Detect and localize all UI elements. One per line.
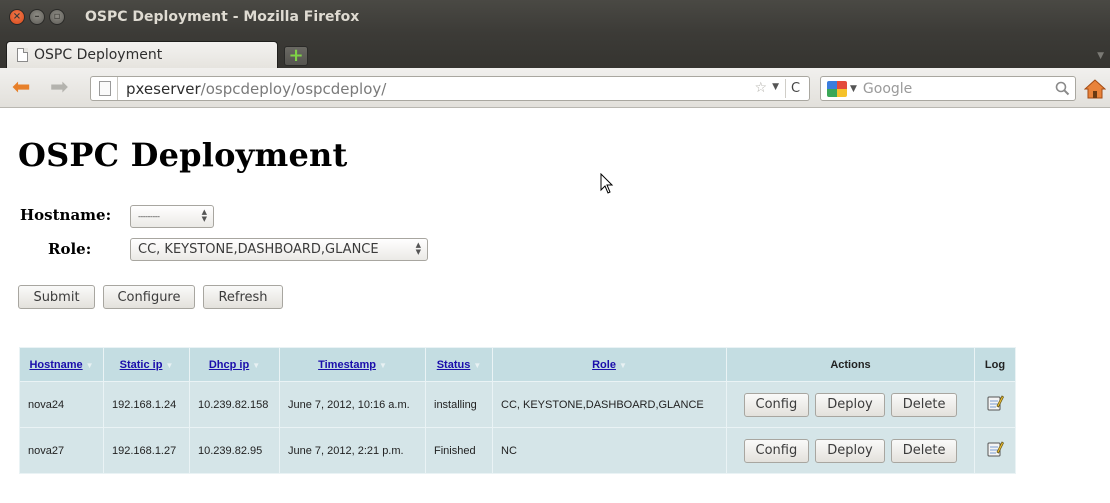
window-controls: × – ▫ (9, 8, 69, 25)
forward-arrow-icon[interactable]: ➡ (50, 77, 68, 99)
cell-actions: Config Deploy Delete (726, 427, 975, 474)
tab-list-chevron-icon[interactable]: ▼ (1097, 51, 1104, 61)
column-header-actions: Actions (726, 347, 975, 382)
cell-dhcp-ip: 10.239.82.95 (189, 427, 280, 474)
cell-static-ip: 192.168.1.24 (103, 381, 190, 428)
cell-role: NC (492, 427, 727, 474)
delete-button[interactable]: Delete (890, 392, 958, 417)
plus-icon: + (288, 45, 304, 66)
table-row: nova27 192.168.1.27 10.239.82.95 June 7,… (19, 427, 1016, 474)
history-dropdown-icon[interactable]: ▼ (772, 82, 779, 92)
column-header-log: Log (974, 347, 1016, 382)
log-notepad-icon[interactable] (986, 394, 1004, 412)
sort-arrow-icon: ▼ (165, 360, 174, 370)
url-host: pxeserver (126, 79, 201, 98)
tab-label: OSPC Deployment (34, 47, 163, 63)
role-select-value: CC, KEYSTONE,DASHBOARD,GLANCE (138, 242, 379, 257)
cell-status: installing (425, 381, 493, 428)
back-arrow-icon[interactable]: ⬅ (12, 77, 30, 99)
row-actions: Config Deploy Delete (735, 438, 966, 463)
sort-arrow-icon: ▼ (378, 360, 387, 370)
column-header-timestamp[interactable]: Timestamp ▼ (279, 347, 426, 382)
select-chevrons-icon: ▲ ▼ (415, 241, 421, 256)
minimize-window-icon[interactable]: – (29, 8, 45, 25)
search-engine-dropdown-icon[interactable]: ▼ (850, 84, 857, 94)
column-header-hostname[interactable]: Hostname ▼ (19, 347, 104, 382)
sort-link-dhcp-ip[interactable]: Dhcp ip (209, 359, 249, 371)
cell-hostname: nova24 (19, 381, 104, 428)
mouse-pointer-icon (600, 173, 614, 194)
sort-arrow-icon: ▼ (252, 360, 261, 370)
url-text[interactable]: pxeserver/ospcdeploy/ospcdeploy/ (126, 80, 386, 98)
deploy-button[interactable]: Deploy (815, 392, 885, 417)
cell-status: Finished (425, 427, 493, 474)
configure-button[interactable]: Configure (103, 285, 195, 309)
column-header-role[interactable]: Role ▼ (492, 347, 727, 382)
home-icon[interactable] (1084, 78, 1106, 100)
cell-timestamp: June 7, 2012, 10:16 a.m. (279, 381, 426, 428)
select-chevrons-icon: ▲ ▼ (201, 208, 207, 223)
search-input[interactable]: Google (863, 81, 912, 97)
page-title: OSPC Deployment (18, 136, 348, 174)
cell-dhcp-ip: 10.239.82.158 (189, 381, 280, 428)
reload-icon[interactable]: C (785, 79, 805, 98)
cell-static-ip: 192.168.1.27 (103, 427, 190, 474)
window-title: OSPC Deployment - Mozilla Firefox (85, 8, 360, 25)
sort-link-timestamp[interactable]: Timestamp (318, 359, 376, 371)
site-identity-icon[interactable] (99, 81, 111, 96)
url-bar[interactable]: pxeserver/ospcdeploy/ospcdeploy/ ☆ ▼ C (90, 76, 810, 101)
search-icon[interactable] (1054, 80, 1071, 97)
column-header-dhcp-ip[interactable]: Dhcp ip ▼ (189, 347, 280, 382)
role-select[interactable]: CC, KEYSTONE,DASHBOARD,GLANCE ▲ ▼ (130, 238, 428, 261)
window-titlebar: × – ▫ OSPC Deployment - Mozilla Firefox (0, 0, 1110, 33)
log-notepad-icon[interactable] (986, 440, 1004, 458)
config-button[interactable]: Config (743, 438, 810, 463)
page-content: OSPC Deployment Hostname: --------- ▲ ▼ R… (0, 109, 1110, 503)
navigation-toolbar: ⬅ ➡ pxeserver/ospcdeploy/ospcdeploy/ ☆ ▼… (0, 68, 1110, 108)
column-header-status[interactable]: Status ▼ (425, 347, 493, 382)
tab-ospc-deployment[interactable]: OSPC Deployment (6, 41, 278, 68)
role-label: Role: (48, 240, 92, 258)
maximize-window-icon[interactable]: ▫ (49, 8, 65, 25)
bookmark-star-icon[interactable]: ☆ (754, 80, 767, 96)
hostname-select[interactable]: --------- ▲ ▼ (130, 205, 214, 228)
page-icon (17, 48, 28, 62)
sort-link-hostname[interactable]: Hostname (29, 359, 82, 371)
row-actions: Config Deploy Delete (735, 392, 966, 417)
url-path: /ospcdeploy/ospcdeploy/ (200, 79, 387, 98)
cell-role: CC, KEYSTONE,DASHBOARD,GLANCE (492, 381, 727, 428)
close-window-icon[interactable]: × (9, 8, 25, 25)
sort-link-status[interactable]: Status (437, 359, 471, 371)
sort-link-role[interactable]: Role (592, 359, 616, 371)
hostname-select-value: --------- (138, 212, 160, 221)
cell-actions: Config Deploy Delete (726, 381, 975, 428)
sort-arrow-icon: ▼ (618, 360, 627, 370)
cell-timestamp: June 7, 2012, 2:21 p.m. (279, 427, 426, 474)
google-engine-icon[interactable] (827, 80, 847, 97)
table-header-row: Hostname ▼ Static ip ▼ Dhcp ip ▼ Timestamp ▼… (19, 347, 1016, 382)
refresh-button[interactable]: Refresh (203, 285, 283, 309)
search-bar[interactable]: ▼ Google (820, 76, 1076, 101)
delete-button[interactable]: Delete (890, 438, 958, 463)
tab-strip: OSPC Deployment + ▼ (0, 33, 1110, 68)
deployment-table: Hostname ▼ Static ip ▼ Dhcp ip ▼ Timestamp ▼… (19, 347, 1016, 474)
sort-arrow-icon: ▼ (473, 360, 482, 370)
cell-hostname: nova27 (19, 427, 104, 474)
sort-arrow-icon: ▼ (85, 360, 94, 370)
cell-log (974, 427, 1016, 474)
config-button[interactable]: Config (743, 392, 810, 417)
new-tab-button[interactable]: + (284, 46, 308, 66)
url-separator (117, 77, 118, 100)
deploy-button[interactable]: Deploy (815, 438, 885, 463)
table-row: nova24 192.168.1.24 10.239.82.158 June 7… (19, 381, 1016, 428)
hostname-label: Hostname: (20, 206, 112, 224)
submit-button[interactable]: Submit (18, 285, 95, 309)
sort-link-static-ip[interactable]: Static ip (120, 359, 163, 371)
cell-log (974, 381, 1016, 428)
column-header-static-ip[interactable]: Static ip ▼ (103, 347, 190, 382)
